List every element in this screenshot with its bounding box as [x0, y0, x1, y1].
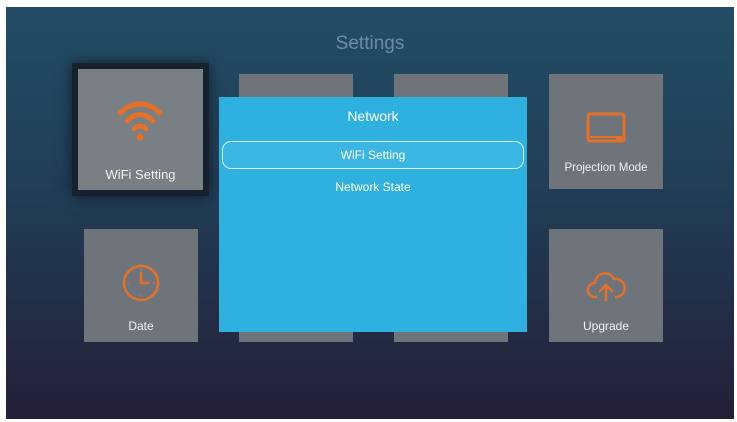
settings-screen: Settings WiFi Setting Projection Mode Da… [6, 7, 734, 419]
network-dialog: Network WiFi Setting Network State [219, 97, 527, 332]
cloud-upload-icon [586, 272, 626, 302]
tile-label: WiFi Setting [105, 167, 176, 182]
tile-label: Date [128, 319, 154, 333]
option-network-state[interactable]: Network State [222, 173, 524, 201]
tile-label: Projection Mode [564, 162, 648, 174]
page-title: Settings [335, 33, 405, 54]
tile-wifi-setting[interactable]: WiFi Setting [72, 63, 209, 196]
dialog-title: Network [347, 108, 399, 124]
monitor-icon [586, 112, 626, 143]
tile-date[interactable]: Date [84, 229, 198, 342]
tile-projection-mode[interactable]: Projection Mode [549, 74, 663, 189]
clock-icon [122, 264, 160, 302]
tile-label: Upgrade [582, 319, 630, 333]
tile-upgrade[interactable]: Upgrade [549, 229, 663, 342]
wifi-icon [117, 101, 163, 141]
option-wifi-setting[interactable]: WiFi Setting [222, 141, 524, 169]
